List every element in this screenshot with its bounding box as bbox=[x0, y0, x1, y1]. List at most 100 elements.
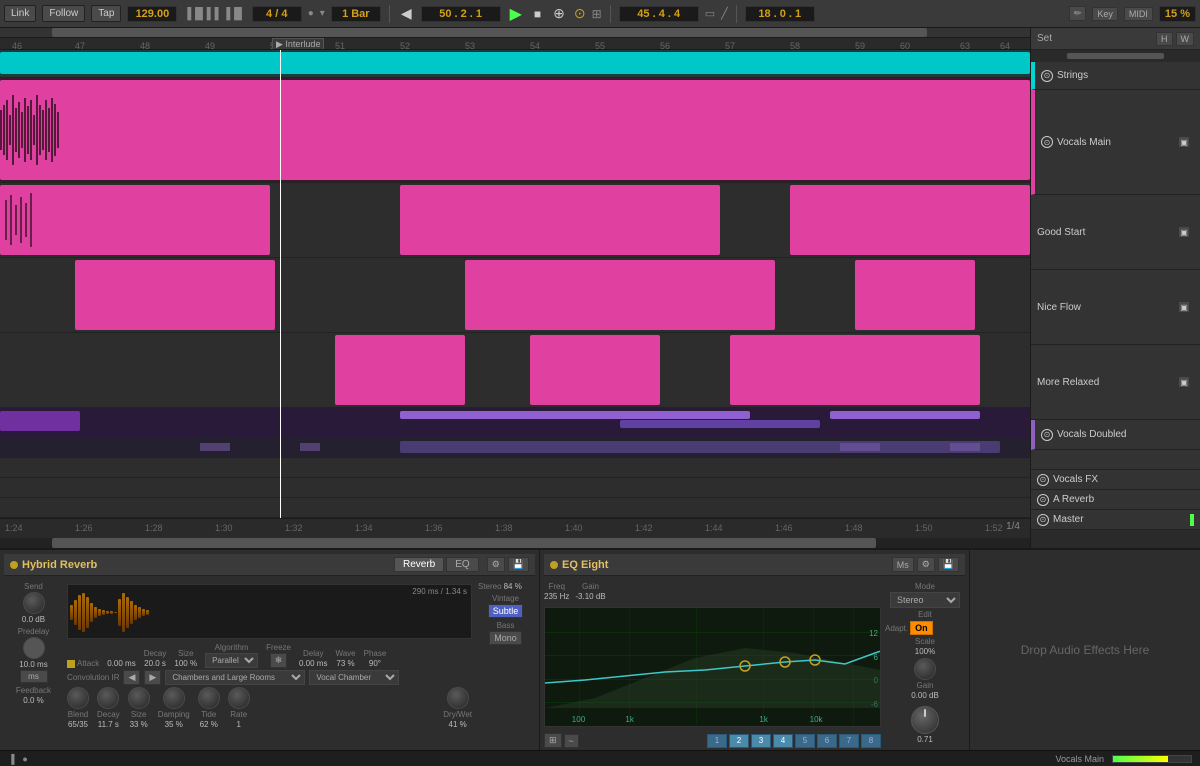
more-relaxed-clip-1[interactable] bbox=[335, 335, 465, 405]
good-start-clip-3[interactable] bbox=[790, 185, 1030, 255]
track-row-more-relaxed[interactable] bbox=[0, 333, 1030, 408]
position-display[interactable]: 50 . 2 . 1 bbox=[421, 6, 501, 22]
conv-ir-next[interactable]: ▶ bbox=[144, 670, 161, 685]
track-row-midi[interactable] bbox=[0, 438, 1030, 458]
tap-button[interactable]: Tap bbox=[91, 5, 121, 22]
vocals-main-collapse[interactable]: ▣ bbox=[1178, 136, 1190, 148]
vintage-btn[interactable]: Subtle bbox=[488, 604, 524, 618]
conv-ir-prev[interactable]: ◀ bbox=[123, 670, 140, 685]
more-relaxed-clip-2[interactable] bbox=[530, 335, 660, 405]
rewind-button[interactable]: ◀ bbox=[398, 5, 415, 22]
eq-save[interactable]: 💾 bbox=[938, 557, 959, 572]
track-name-vocals-main[interactable]: ⊙ Vocals Main ▣ bbox=[1031, 90, 1200, 195]
track-name-master[interactable]: ⊙ Master bbox=[1031, 510, 1200, 530]
track-row-vocals-main[interactable] bbox=[0, 78, 1030, 183]
reverb-power-led[interactable] bbox=[10, 561, 18, 569]
vocals-main-clip-full[interactable] bbox=[0, 80, 1030, 180]
eq-ms-btn[interactable]: Ms bbox=[892, 557, 914, 572]
good-start-clip-2[interactable] bbox=[400, 185, 720, 255]
strings-clip[interactable] bbox=[0, 52, 1030, 74]
eq-band-5-btn[interactable]: 5 bbox=[795, 734, 815, 748]
nice-flow-collapse[interactable]: ▣ bbox=[1178, 301, 1190, 313]
track-name-vocals-doubled[interactable]: ⊙ Vocals Doubled bbox=[1031, 420, 1200, 450]
good-start-clip-1[interactable] bbox=[0, 185, 270, 255]
nice-flow-clip-2[interactable] bbox=[465, 260, 775, 330]
set-btn-2[interactable]: W bbox=[1176, 32, 1195, 46]
timeline-ruler[interactable]: 46 47 48 49 50 51 52 53 54 55 56 57 58 5… bbox=[0, 28, 1030, 50]
eq-gain-knob[interactable] bbox=[914, 658, 936, 680]
arrangement-scrollbar[interactable] bbox=[0, 538, 1030, 548]
track-name-strings[interactable]: ⊙ Strings bbox=[1031, 62, 1200, 90]
decay2-knob[interactable] bbox=[97, 687, 119, 709]
time-display[interactable]: 45 . 4 . 4 bbox=[619, 6, 699, 22]
vocals-doubled-clip-1[interactable] bbox=[0, 411, 80, 431]
loop-button[interactable]: ⊙ bbox=[574, 5, 586, 22]
eq-band-6-btn[interactable]: 6 bbox=[817, 734, 837, 748]
good-start-collapse[interactable]: ▣ bbox=[1178, 226, 1190, 238]
track-scroll-top[interactable] bbox=[1031, 50, 1200, 62]
track-row-a-reverb[interactable] bbox=[0, 478, 1030, 498]
eq-settings[interactable]: ⚙ bbox=[917, 557, 935, 572]
zoom-display[interactable]: 15 % bbox=[1159, 6, 1196, 22]
eq-band-4-btn[interactable]: 4 bbox=[773, 734, 793, 748]
eq-band-3-btn[interactable]: 3 bbox=[751, 734, 771, 748]
eq-display[interactable]: 100 1k 1k 10k 12 6 0 -6 bbox=[544, 607, 881, 727]
bass-btn[interactable]: Mono bbox=[489, 631, 522, 645]
reverb-settings[interactable]: ⚙ bbox=[487, 557, 505, 572]
eq-band-2-btn[interactable]: 2 bbox=[729, 734, 749, 748]
follow-button[interactable]: Follow bbox=[42, 5, 85, 22]
track-name-nice-flow[interactable]: Nice Flow ▣ bbox=[1031, 270, 1200, 345]
blend-knob[interactable] bbox=[67, 687, 89, 709]
stop-button[interactable]: ■ bbox=[531, 7, 544, 21]
key-button[interactable]: Key bbox=[1092, 7, 1118, 21]
track-name-midi-row[interactable] bbox=[1031, 450, 1200, 470]
track-name-more-relaxed[interactable]: More Relaxed ▣ bbox=[1031, 345, 1200, 420]
adapt-btn[interactable]: On bbox=[910, 621, 933, 635]
set-btn-1[interactable]: H bbox=[1156, 32, 1173, 46]
nice-flow-clip-3[interactable] bbox=[855, 260, 975, 330]
rate-knob[interactable] bbox=[228, 687, 250, 709]
tide-knob[interactable] bbox=[198, 687, 220, 709]
track-name-a-reverb[interactable]: ⊙ A Reverb bbox=[1031, 490, 1200, 510]
effects-panel[interactable]: Drop Audio Effects Here bbox=[970, 550, 1200, 750]
reverb-tab-reverb[interactable]: Reverb bbox=[394, 557, 444, 572]
eq-band-1-btn[interactable]: 1 bbox=[707, 734, 727, 748]
track-row-good-start[interactable] bbox=[0, 183, 1030, 258]
predelay-knob[interactable] bbox=[23, 637, 45, 659]
bpm-display[interactable]: 129.00 bbox=[127, 6, 177, 22]
vocals-doubled-clip-3[interactable] bbox=[620, 420, 820, 428]
play-button[interactable]: ▶ bbox=[507, 4, 525, 24]
eq-all-channels[interactable]: ⊞ bbox=[544, 733, 562, 748]
size2-knob[interactable] bbox=[128, 687, 150, 709]
conv-ir-sub-select[interactable]: Vocal Chamber bbox=[309, 670, 399, 685]
nice-flow-clip-1[interactable] bbox=[75, 260, 275, 330]
eq-power-led[interactable] bbox=[550, 561, 558, 569]
vocals-doubled-clip-4[interactable] bbox=[830, 411, 980, 419]
track-row-vocals-fx[interactable] bbox=[0, 458, 1030, 478]
track-name-vocals-fx[interactable]: ⊙ Vocals FX bbox=[1031, 470, 1200, 490]
pencil-tool[interactable]: ✏ bbox=[1069, 6, 1087, 21]
track-name-good-start[interactable]: Good Start ▣ bbox=[1031, 195, 1200, 270]
midi-clip-1[interactable] bbox=[400, 441, 1000, 453]
add-button[interactable]: ⊕ bbox=[550, 5, 568, 22]
eq-mode-select[interactable]: Stereo bbox=[890, 592, 960, 608]
track-row-master[interactable] bbox=[0, 498, 1030, 518]
damping-knob[interactable] bbox=[163, 687, 185, 709]
eq-main-knob[interactable] bbox=[911, 706, 939, 734]
more-relaxed-collapse[interactable]: ▣ bbox=[1178, 376, 1190, 388]
reverb-tab-eq[interactable]: EQ bbox=[446, 557, 478, 572]
midi-button[interactable]: MIDI bbox=[1124, 7, 1153, 21]
conv-ir-select[interactable]: Chambers and Large Rooms bbox=[165, 670, 305, 685]
eq-band-7-btn[interactable]: 7 bbox=[839, 734, 859, 748]
track-row-nice-flow[interactable] bbox=[0, 258, 1030, 333]
reverb-save[interactable]: 💾 bbox=[508, 557, 529, 572]
track-row-strings[interactable] bbox=[0, 50, 1030, 78]
more-relaxed-clip-3[interactable] bbox=[730, 335, 980, 405]
freeze-btn[interactable]: ❄ bbox=[270, 653, 288, 668]
send-knob[interactable] bbox=[23, 592, 45, 614]
drywet-knob[interactable] bbox=[447, 687, 469, 709]
eq-band-8-btn[interactable]: 8 bbox=[861, 734, 881, 748]
time-sig-display[interactable]: 4 / 4 bbox=[252, 6, 302, 22]
bar-display[interactable]: 1 Bar bbox=[331, 6, 381, 22]
track-row-vocals-doubled[interactable] bbox=[0, 408, 1030, 438]
